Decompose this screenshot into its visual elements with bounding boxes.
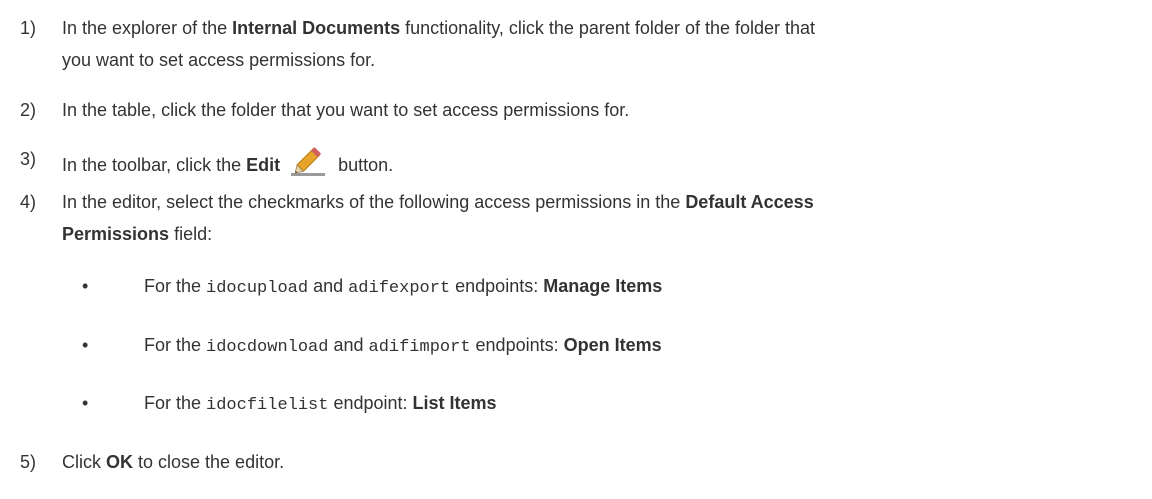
endpoint-code: idocdownload — [206, 338, 329, 357]
endpoint-code: idocupload — [206, 279, 309, 298]
field-name: Permissions — [62, 224, 170, 244]
endpoint-code: idocfilelist — [206, 396, 329, 415]
step-text: In the toolbar, click the Edit button. — [62, 143, 1152, 181]
bullet-text: For the idocfilelist endpoint: List Item… — [144, 393, 497, 415]
endpoint-code: adifexport — [348, 279, 451, 298]
step-number: 2) — [20, 100, 37, 120]
step-text: In the editor, select the checkmarks of … — [62, 192, 814, 244]
functionality-name: Internal Documents — [232, 18, 401, 38]
button-name: OK — [106, 452, 133, 472]
bullet-text: For the idocupload and adifexport endpoi… — [144, 276, 663, 298]
permission-name: Manage Items — [543, 276, 663, 296]
bullet-icon: • — [82, 276, 89, 296]
bullet-icon: • — [82, 335, 89, 355]
step-number: 5) — [20, 452, 37, 472]
step-number: 1) — [20, 18, 37, 38]
button-name: Edit — [246, 155, 281, 175]
step-text: In the table, click the folder that you … — [62, 100, 630, 120]
bullet-text: For the idocdownload and adifimport endp… — [144, 335, 662, 357]
step-number: 4) — [20, 192, 37, 212]
step-number: 3) — [20, 149, 37, 169]
pencil-icon — [289, 143, 329, 177]
step-text: In the explorer of the Internal Document… — [62, 18, 816, 70]
step-text: Click OK to close the editor. — [62, 452, 285, 472]
bullet-icon: • — [82, 393, 89, 413]
permission-name: List Items — [412, 393, 497, 413]
field-name: Default Access — [685, 192, 814, 212]
permission-name: Open Items — [563, 335, 662, 355]
endpoint-code: adifimport — [368, 338, 471, 357]
